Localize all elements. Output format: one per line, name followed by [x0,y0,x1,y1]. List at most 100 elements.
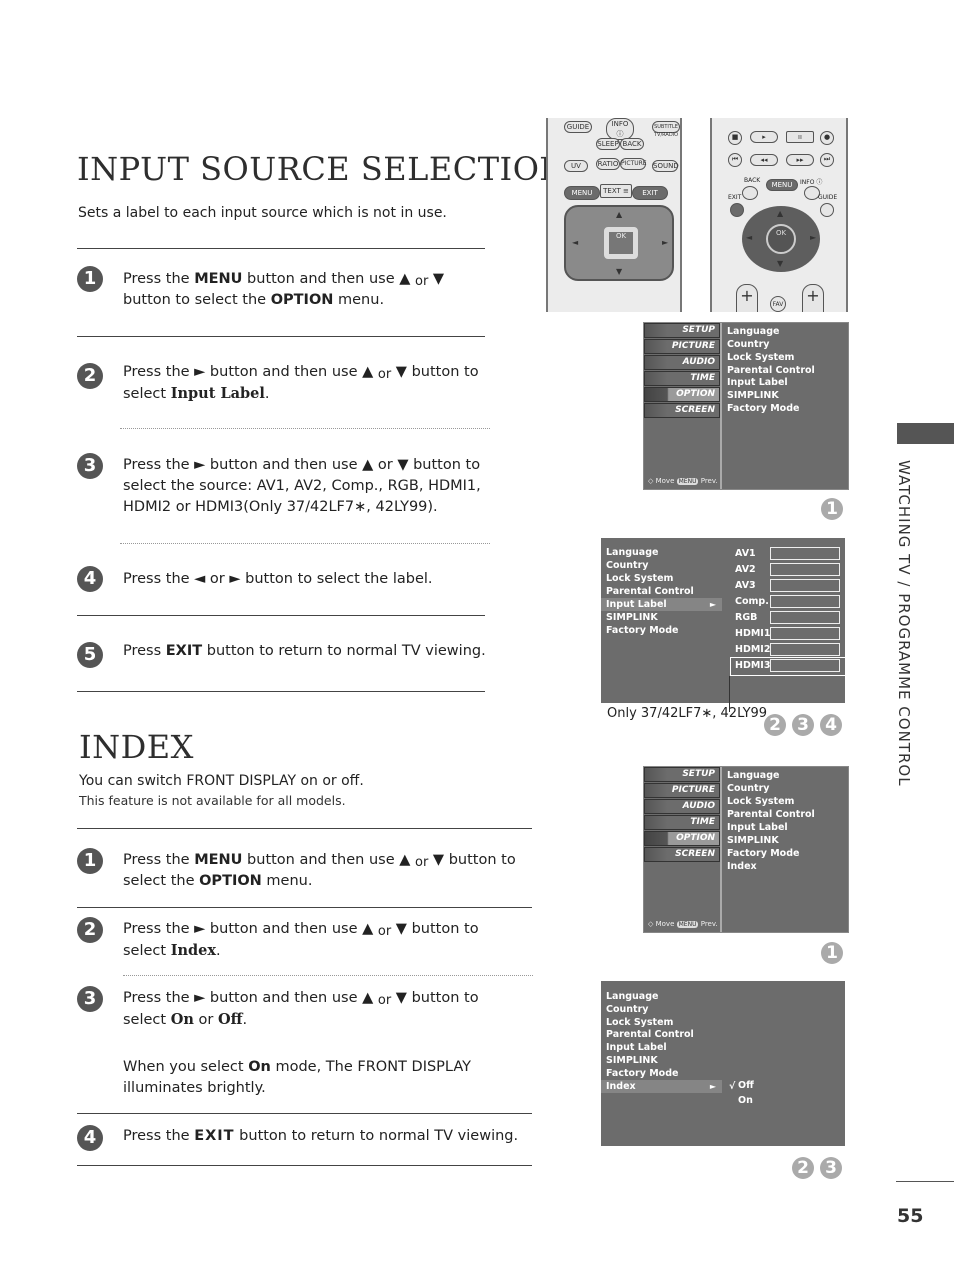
text-button[interactable]: TEXT ≡ [600,184,632,198]
ratio-button[interactable]: RATIO [596,158,620,170]
osd-item[interactable]: Parental Control [606,586,694,597]
step-number: 1 [77,848,103,874]
stop-button[interactable]: ■ [728,131,742,145]
osd-item[interactable]: Country [727,783,769,794]
remote-control-right: ■ ▸ ıı ● ⏮ ◂◂ ▸▸ ⏭ BACK MENU INFO ⓘ EXIT… [710,118,848,312]
option-off[interactable]: Off [738,1080,754,1091]
volume-up-button[interactable]: + [736,284,758,312]
osd-item[interactable]: Language [727,770,779,781]
osd-item-selected[interactable]: Index [606,1081,636,1092]
osd-category-setup[interactable]: SETUP [644,767,720,782]
label-field[interactable] [770,643,840,656]
play-button[interactable]: ▸ [750,131,778,143]
exit-button[interactable]: EXIT [632,186,668,200]
down-arrow-icon[interactable]: ▼ [777,259,783,268]
osd-category-picture[interactable]: PICTURE [644,339,720,354]
sleep-button[interactable]: SLEEP [596,138,620,150]
back-button[interactable]: BACK [620,138,644,150]
osd-category-time[interactable]: TIME [644,371,720,386]
osd-item[interactable]: SIMPLINK [727,835,779,846]
label-field[interactable] [770,611,840,624]
step-number: 1 [77,266,103,292]
osd-category-option[interactable]: OPTION [644,387,720,402]
label-field[interactable] [770,547,840,560]
osd-option-list: Language Country Lock System Parental Co… [601,538,722,703]
option-on[interactable]: On [738,1095,753,1106]
rewind-button[interactable]: ◂◂ [750,154,778,166]
osd-item[interactable]: Factory Mode [606,625,678,636]
ok-button[interactable]: OK [766,224,796,254]
label-field[interactable] [770,659,840,672]
osd-item[interactable]: Lock System [606,1017,673,1028]
next-button[interactable]: ⏭ [820,153,834,167]
guide-button[interactable]: GUIDE [564,121,592,133]
left-arrow-icon[interactable]: ◄ [746,233,752,242]
back-button[interactable] [742,186,758,200]
up-arrow-icon[interactable]: ▲ [616,210,622,219]
down-arrow-icon[interactable]: ▼ [616,267,622,276]
record-button[interactable]: ● [820,131,834,145]
osd-item-selected[interactable]: Input Label [606,599,667,610]
step-number: 2 [77,363,103,389]
osd-category-time[interactable]: TIME [644,815,720,830]
osd-main-menu: SETUP PICTURE AUDIO TIME OPTION SCREEN ◇… [643,322,849,490]
osd-category-screen[interactable]: SCREEN [644,403,720,418]
osd-category-option[interactable]: OPTION [644,831,720,846]
osd-item[interactable]: Factory Mode [606,1068,678,1079]
osd-item[interactable]: Parental Control [727,809,815,820]
osd-item[interactable]: Country [727,339,769,350]
osd-item[interactable]: SIMPLINK [606,612,658,623]
up-arrow-icon[interactable]: ▲ [777,209,783,218]
osd-category-audio[interactable]: AUDIO [644,799,720,814]
label-field[interactable] [770,627,840,640]
dpad[interactable]: ▲ ▼ ◄ ► OK [564,205,674,281]
osd-category-picture[interactable]: PICTURE [644,783,720,798]
step-number: 2 [77,917,103,943]
osd-item[interactable]: Lock System [727,352,794,363]
osd-item[interactable]: Language [727,326,779,337]
uv-button[interactable]: UV [564,160,588,172]
osd-item[interactable]: Country [606,560,648,571]
menu-button[interactable]: MENU [564,186,600,200]
osd-item[interactable]: Parental Control [606,1029,694,1040]
left-arrow-icon[interactable]: ◄ [572,238,578,247]
exit-button[interactable] [730,203,744,217]
label-field[interactable] [770,579,840,592]
osd-footer: ◇ Move MENU Prev. [648,477,718,485]
picture-button[interactable]: PICTURE [620,158,647,170]
fav-button[interactable]: FAV [770,296,786,312]
channel-up-button[interactable]: + [802,284,824,312]
info-button[interactable]: INFO ⓘ [606,118,634,140]
guide-button[interactable] [820,203,834,217]
fast-forward-button[interactable]: ▸▸ [786,154,814,166]
osd-item[interactable]: Index [727,861,757,872]
menu-button[interactable]: MENU [766,179,798,191]
osd-item[interactable]: Input Label [606,1042,667,1053]
osd-item[interactable]: Factory Mode [727,848,799,859]
osd-item[interactable]: Input Label [727,377,788,388]
label-field[interactable] [770,595,840,608]
osd-category-audio[interactable]: AUDIO [644,355,720,370]
pause-button[interactable]: ıı [786,131,814,143]
right-arrow-icon[interactable]: ► [662,238,668,247]
osd-item[interactable]: Lock System [606,573,673,584]
osd-item[interactable]: Lock System [727,796,794,807]
label-field[interactable] [770,563,840,576]
osd-item[interactable]: SIMPLINK [606,1055,658,1066]
previous-button[interactable]: ⏮ [728,153,742,167]
osd-item[interactable]: Input Label [727,822,788,833]
osd-category-screen[interactable]: SCREEN [644,847,720,862]
osd-category-list: SETUP PICTURE AUDIO TIME OPTION SCREEN ◇… [644,323,722,489]
osd-category-setup[interactable]: SETUP [644,323,720,338]
osd-item[interactable]: Language [606,991,658,1002]
dpad[interactable]: ▲ ▼ ◄ ► OK [742,206,820,272]
right-arrow-icon[interactable]: ► [810,233,816,242]
dotted-divider [120,543,490,544]
osd-item[interactable]: Parental Control [727,365,815,376]
sound-button[interactable]: SOUND [652,160,679,172]
osd-item[interactable]: Country [606,1004,648,1015]
ok-button[interactable]: OK [604,227,638,259]
osd-item[interactable]: Language [606,547,658,558]
osd-item[interactable]: Factory Mode [727,403,799,414]
osd-item[interactable]: SIMPLINK [727,390,779,401]
